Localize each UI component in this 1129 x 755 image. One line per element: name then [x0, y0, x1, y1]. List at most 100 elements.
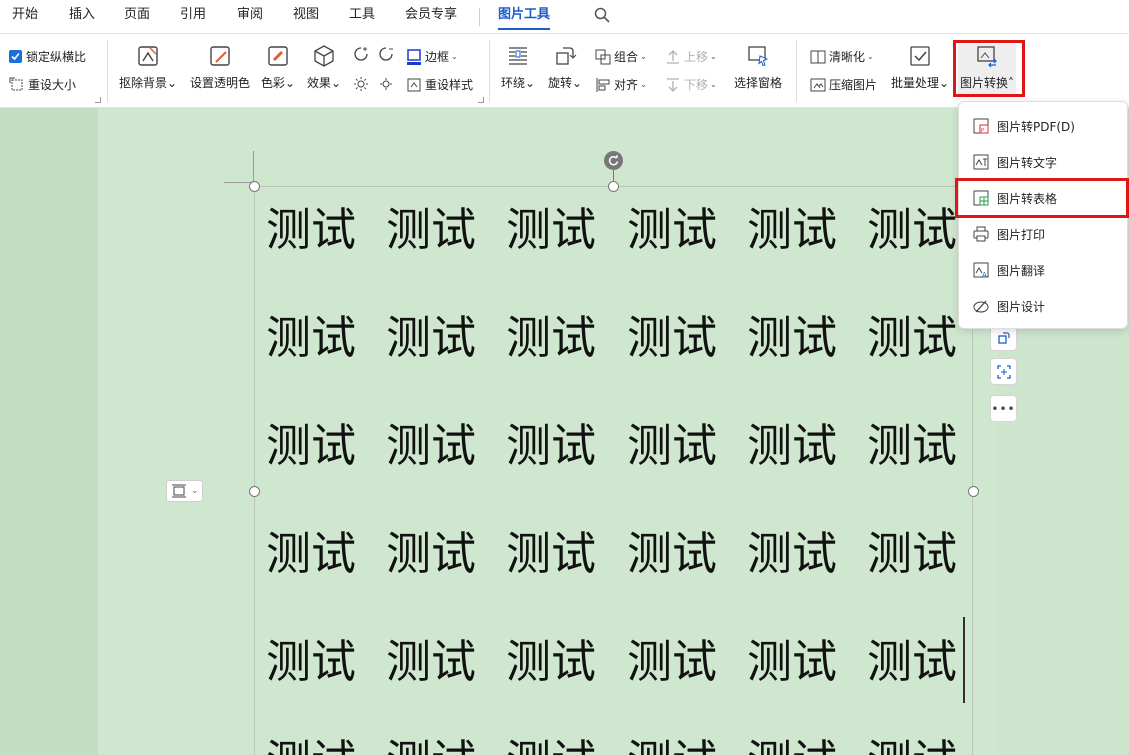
compress-picture-button[interactable]: 压缩图片: [810, 76, 877, 93]
crop-mark: [253, 151, 254, 185]
grid-cell: 测试: [747, 635, 838, 688]
menu-item-design[interactable]: 图片设计: [959, 288, 1127, 324]
tab-page[interactable]: 页面: [124, 0, 150, 32]
resize-handle-left[interactable]: [249, 486, 260, 497]
grid-cell: 测试: [747, 311, 838, 364]
contrast-icon[interactable]: [378, 46, 394, 62]
menu-item-to-table[interactable]: 图片转表格: [959, 180, 1127, 216]
checkmark-icon: [9, 50, 22, 63]
layout-options-button[interactable]: ⌄: [166, 480, 203, 502]
grid-cell: 测试: [506, 732, 596, 755]
chevron-down-icon: ⌄: [525, 76, 536, 90]
text-cursor: [963, 617, 965, 703]
tab-references[interactable]: 引用: [180, 0, 206, 32]
batch-process-button[interactable]: 批量处理⌄: [891, 44, 949, 91]
reset-style-label: 重设样式: [425, 78, 474, 92]
effect-button[interactable]: 效果⌄: [307, 44, 341, 91]
pdf-convert-icon: P: [973, 118, 989, 134]
more-options-button[interactable]: •••: [990, 395, 1017, 422]
dialog-launcher-icon[interactable]: [478, 97, 484, 103]
grid-cell: 测试: [266, 419, 357, 472]
batch-check-icon: [910, 46, 930, 66]
align-button[interactable]: 对齐 ⌄: [595, 76, 647, 93]
sharpen-icon: [810, 50, 826, 63]
batch-process-label: 批量处理: [891, 76, 940, 90]
grid-cell: 测试: [266, 311, 357, 364]
chevron-down-icon: ⌄: [285, 76, 296, 90]
dialog-launcher-icon[interactable]: [95, 97, 101, 103]
brightness-down-icon[interactable]: [378, 76, 394, 92]
menu-item-label: 图片翻译: [997, 263, 1046, 278]
grid-cell: 测试: [506, 203, 597, 256]
svg-text:A: A: [982, 271, 987, 278]
resize-handle-top-left[interactable]: [249, 181, 260, 192]
tab-home[interactable]: 开始: [12, 0, 38, 32]
group-label: 组合: [614, 50, 639, 64]
selection-pane-button[interactable]: 选择窗格: [734, 44, 782, 91]
chevron-up-icon: ˄: [1008, 76, 1015, 90]
ribbon-separator: [107, 40, 108, 102]
chevron-down-icon: ⌄: [640, 80, 647, 89]
crop-side-button[interactable]: [990, 358, 1017, 385]
brightness-up-icon[interactable]: [353, 76, 369, 92]
selection-pane-label: 选择窗格: [734, 76, 783, 90]
menu-item-label: 图片设计: [997, 299, 1046, 314]
rotate-button[interactable]: 旋转⌄: [548, 44, 582, 91]
rotate-icon: [556, 47, 577, 65]
menu-item-translate[interactable]: A 图片翻译: [959, 252, 1127, 288]
menu-item-to-text[interactable]: 图片转文字: [959, 144, 1127, 180]
menu-item-to-pdf[interactable]: P 图片转PDF(D): [959, 108, 1127, 144]
svg-text:P: P: [981, 128, 984, 134]
grid-cell: 测试: [627, 527, 718, 580]
grid-cell: 测试: [266, 732, 356, 755]
tab-picture-tools[interactable]: 图片工具: [498, 0, 551, 32]
resize-handle-top[interactable]: [608, 181, 619, 192]
wrap-button[interactable]: 环绕⌄: [501, 44, 535, 91]
move-up-button[interactable]: 上移 ⌄: [665, 48, 717, 65]
menu-item-label: 图片转文字: [997, 155, 1058, 170]
search-icon[interactable]: [593, 6, 611, 24]
tab-member[interactable]: 会员专享: [405, 0, 457, 32]
grid-cell: 测试: [747, 527, 838, 580]
grid-cell: 测试: [386, 311, 477, 364]
resize-handle-right[interactable]: [968, 486, 979, 497]
grid-cell: 测试: [266, 203, 357, 256]
grid-cell: 测试: [627, 311, 718, 364]
rotate-handle-icon[interactable]: [604, 151, 623, 170]
reset-style-button[interactable]: 重设样式: [406, 76, 473, 93]
align-icon: [596, 77, 610, 92]
grid-cell: 测试: [266, 635, 357, 688]
grid-cell: 测试: [867, 635, 958, 688]
chevron-down-icon: ⌄: [167, 76, 178, 90]
brightness-increase-icon[interactable]: [353, 46, 369, 62]
tab-tools[interactable]: 工具: [349, 0, 375, 32]
align-label: 对齐: [614, 78, 639, 92]
grid-cell: 测试: [386, 419, 477, 472]
tab-review[interactable]: 审阅: [237, 0, 263, 32]
border-button[interactable]: 边框 ⌄: [406, 48, 458, 65]
color-button[interactable]: 色彩⌄: [261, 44, 295, 91]
grid-cell: 测试: [867, 311, 958, 364]
lock-ratio-checkbox[interactable]: 锁定纵横比: [9, 48, 86, 65]
ribbon-separator: [489, 40, 490, 102]
move-down-button[interactable]: 下移 ⌄: [665, 76, 717, 93]
grid-cell: 测试: [386, 635, 477, 688]
reset-size-button[interactable]: 重设大小: [9, 76, 76, 93]
text-wrap-icon: [509, 47, 528, 65]
sharpen-label: 清晰化: [829, 50, 866, 64]
reset-size-icon: [9, 77, 23, 90]
text-convert-icon: [973, 154, 989, 170]
tab-insert[interactable]: 插入: [69, 0, 95, 32]
lock-ratio-label: 锁定纵横比: [26, 50, 87, 64]
set-transparent-button[interactable]: 设置透明色: [190, 44, 250, 91]
chevron-down-icon: ⌄: [939, 76, 950, 90]
remove-background-button[interactable]: 抠除背景⌄: [119, 44, 177, 91]
picture-convert-dropdown: P 图片转PDF(D) 图片转文字 图片转表格 图片打印 A 图片翻译 图片设计: [958, 101, 1128, 329]
grid-cell: 测试: [627, 419, 718, 472]
menu-item-print[interactable]: 图片打印: [959, 216, 1127, 252]
group-button[interactable]: 组合 ⌄: [595, 48, 647, 65]
picture-convert-button[interactable]: 图片转换˄: [958, 44, 1017, 96]
chevron-down-icon: ⌄: [710, 80, 717, 89]
tab-view[interactable]: 视图: [293, 0, 319, 32]
sharpen-button[interactable]: 清晰化 ⌄: [810, 48, 874, 65]
